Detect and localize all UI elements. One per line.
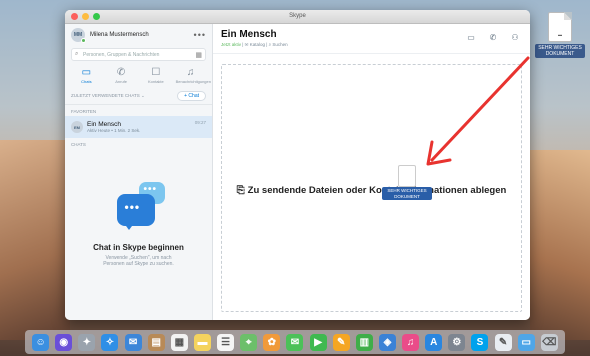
- app-store-icon[interactable]: A: [425, 333, 443, 351]
- dragged-file[interactable]: SEHR WICHTIGES DOKUMENT: [382, 165, 432, 200]
- tab-calls-label: Anrufe: [115, 79, 128, 84]
- document-icon: [398, 165, 416, 187]
- dragged-file-label: SEHR WICHTIGES DOKUMENT: [382, 187, 432, 200]
- profile-name: Milena Mustermensch: [90, 32, 149, 38]
- tab-chats-label: Chats: [81, 79, 92, 84]
- drop-zone-label: Zu sendende Dateien oder Kontaktinformat…: [247, 185, 507, 196]
- profile-header[interactable]: MM Milena Mustermensch •••: [65, 24, 212, 46]
- desktop-file-label: SEHR WICHTIGES DOKUMENT: [535, 44, 585, 58]
- empty-state-title: Chat in Skype beginnen: [93, 243, 184, 252]
- search-placeholder: Personen, Gruppen & Nachrichten: [83, 51, 160, 58]
- wallpaper-right: [530, 150, 590, 340]
- numbers-icon[interactable]: ▥: [355, 333, 373, 351]
- audio-call-icon[interactable]: ✆: [486, 33, 500, 42]
- keynote-icon[interactable]: ◈: [378, 333, 396, 351]
- online-status-dot: [81, 38, 86, 43]
- favorites-heading: FAVORITEN: [71, 109, 97, 114]
- skype-icon[interactable]: S: [471, 333, 489, 351]
- siri-icon[interactable]: ◉: [55, 333, 73, 351]
- online-status: Jetzt aktiv: [221, 42, 242, 47]
- chat-bubbles-illustration: ••• •••: [109, 182, 169, 237]
- sidebar: MM Milena Mustermensch ••• ⌕ Personen, G…: [65, 24, 213, 320]
- new-chat-button[interactable]: + Chat: [177, 91, 206, 101]
- notes-icon[interactable]: ▬: [193, 333, 211, 351]
- dock: ☺ ◉ ✦ ✧ ✉ ▤ ▦ ▬ ☰ ⌖ ✿ ✉ ▶ ✎ ▥ ◈ ♫ A ⚙ S ✎ ▭ ⌫: [25, 330, 565, 354]
- chat-subtitle-links[interactable]: | ✉ Katalog | ⌕ Suchen: [241, 42, 287, 47]
- window-title: Skype: [289, 13, 306, 19]
- maps-icon[interactable]: ⌖: [240, 333, 258, 351]
- phone-icon: ✆: [116, 67, 126, 78]
- wallpaper-left: [0, 140, 70, 340]
- avatar[interactable]: MM: [71, 28, 86, 43]
- calendar-icon[interactable]: ▦: [170, 333, 188, 351]
- recent-chats-header: ZULETZT VERWENDETE CHATS ⌄ + Chat: [65, 86, 212, 105]
- dialpad-icon[interactable]: ▦: [195, 51, 202, 59]
- contact-name: Ein Mensch: [87, 121, 121, 128]
- tab-notifications-label: Benachrichtigungen: [175, 79, 211, 84]
- chat-icon: ▭: [81, 67, 92, 78]
- tab-contacts-label: Kontakte: [147, 79, 164, 84]
- file-drop-zone[interactable]: ⎘ Zu sendende Dateien oder Kontaktinforma…: [221, 64, 522, 312]
- finder-icon[interactable]: ☺: [32, 333, 50, 351]
- contacts-icon: ☐: [151, 67, 161, 78]
- tab-chats[interactable]: ▭ Chats: [71, 67, 101, 84]
- nav-tabs: ▭ Chats ✆ Anrufe ☐ Kontakte ♫ Benachrich…: [65, 63, 212, 86]
- search-icon: ⌕: [75, 51, 79, 57]
- contact-avatar: EM: [71, 121, 83, 133]
- conversation-pane: Ein Mensch Jetzt aktiv | ✉ Katalog | ⌕ S…: [213, 24, 530, 320]
- tab-notifications[interactable]: ♫ Benachrichtigungen: [175, 67, 211, 84]
- contact-time: 09:27: [194, 120, 206, 125]
- empty-state-description: Verwende „Suchen", um nach Personen auf …: [103, 255, 174, 267]
- skype-window: Skype MM Milena Mustermensch ••• ⌕ Perso…: [65, 10, 530, 320]
- tab-contacts[interactable]: ☐ Kontakte: [141, 67, 171, 84]
- safari-icon[interactable]: ✧: [101, 333, 119, 351]
- title-bar: Skype: [65, 10, 530, 24]
- photos-icon[interactable]: ✿: [263, 333, 281, 351]
- messages-icon[interactable]: ✉: [286, 333, 304, 351]
- empty-state: ••• ••• Chat in Skype beginnen Verwende …: [65, 182, 212, 267]
- search-input[interactable]: ⌕ Personen, Gruppen & Nachrichten ▦: [71, 48, 206, 61]
- chat-subtitle: Jetzt aktiv | ✉ Katalog | ⌕ Suchen: [221, 42, 522, 48]
- video-call-icon[interactable]: ▭: [464, 33, 478, 42]
- tab-calls[interactable]: ✆ Anrufe: [106, 67, 136, 84]
- document-icon: ▬: [548, 12, 572, 42]
- itunes-icon[interactable]: ♫: [402, 333, 420, 351]
- contacts-app-icon[interactable]: ▤: [147, 333, 165, 351]
- recent-chats-dropdown[interactable]: ZULETZT VERWENDETE CHATS ⌄: [71, 93, 145, 99]
- attachment-icon: ⎘: [236, 185, 245, 196]
- add-person-icon[interactable]: ⚇: [508, 33, 522, 42]
- more-options-icon[interactable]: •••: [194, 30, 206, 40]
- trash-icon[interactable]: ⌫: [540, 333, 558, 351]
- mail-icon[interactable]: ✉: [124, 333, 142, 351]
- desktop-document-file[interactable]: ▬ SEHR WICHTIGES DOKUMENT: [535, 12, 585, 58]
- system-preferences-icon[interactable]: ⚙: [448, 333, 466, 351]
- drop-zone-text: ⎘ Zu sendende Dateien oder Kontaktinforma…: [222, 185, 521, 196]
- chat-header: Ein Mensch Jetzt aktiv | ✉ Katalog | ⌕ S…: [213, 24, 530, 54]
- bell-icon: ♫: [186, 67, 195, 78]
- chats-heading: CHATS: [71, 142, 86, 147]
- launchpad-icon[interactable]: ✦: [78, 333, 96, 351]
- textedit-icon[interactable]: ✎: [494, 333, 512, 351]
- facetime-icon[interactable]: ▶: [309, 333, 327, 351]
- pages-icon[interactable]: ✎: [332, 333, 350, 351]
- avatar-initials: MM: [73, 32, 83, 38]
- downloads-folder-icon[interactable]: ▭: [517, 333, 535, 351]
- reminders-icon[interactable]: ☰: [217, 333, 235, 351]
- list-item[interactable]: EM Ein Mensch Aktiv Heute • 1 Min. 2 Sek…: [65, 116, 212, 138]
- contact-status: Aktiv Heute • 1 Min. 2 Sek.: [87, 128, 141, 133]
